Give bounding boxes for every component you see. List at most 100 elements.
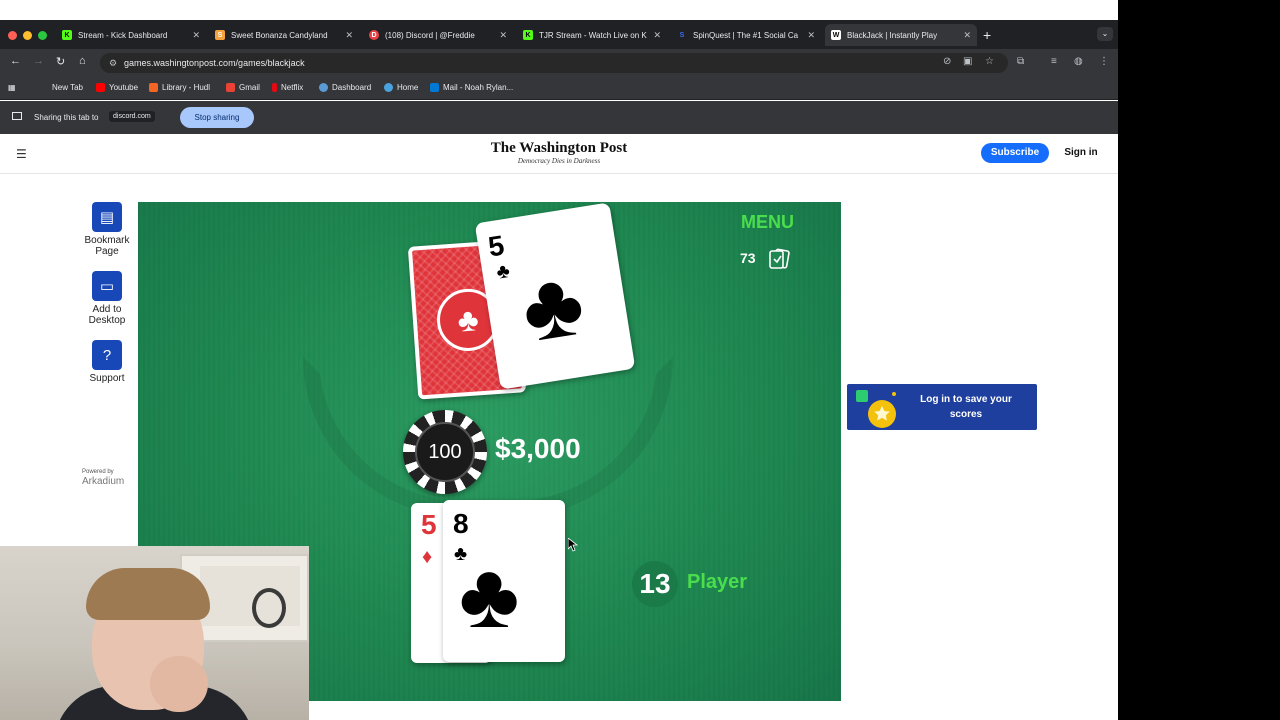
card-suit: ♦ xyxy=(422,546,433,568)
star-icon[interactable]: ☆ xyxy=(985,56,994,67)
tab-label: TJR Stream - Watch Live on K xyxy=(539,30,647,40)
close-tab-icon[interactable]: ✕ xyxy=(807,30,815,41)
bookmark-home[interactable]: Home xyxy=(384,83,418,92)
card-suit: ♣ xyxy=(494,259,512,284)
home-icon[interactable]: ⌂ xyxy=(79,55,86,67)
profile-icon[interactable]: ◍ xyxy=(1074,56,1083,67)
bookmark-dashboard[interactable]: Dashboard xyxy=(319,83,371,92)
mouse-cursor-icon xyxy=(568,538,578,552)
tab-label: Sweet Bonanza Candyland xyxy=(231,30,328,40)
tab-label: Stream - Kick Dashboard xyxy=(78,30,168,40)
close-tab-icon[interactable]: ✕ xyxy=(653,30,661,41)
bet-chip[interactable]: 100 xyxy=(403,410,487,494)
bookmark-label: Mail - Noah Rylan... xyxy=(443,83,514,92)
tab-blackjack[interactable]: W BlackJack | Instantly Play ✕ xyxy=(825,24,977,46)
dealer-card: 5 ♣ ♣ xyxy=(474,202,636,390)
game-menu-button[interactable]: MENU xyxy=(741,212,794,233)
bookmark-label: Home xyxy=(397,83,419,92)
deck-count: 73 xyxy=(740,250,756,266)
close-tab-icon[interactable]: ✕ xyxy=(192,30,200,41)
bookmark-youtube[interactable]: Youtube xyxy=(96,83,138,92)
stop-sharing-button[interactable]: Stop sharing xyxy=(180,107,254,128)
share-domain: discord.com xyxy=(109,111,155,122)
deck-icon xyxy=(769,248,790,269)
tab-label: BlackJack | Instantly Play xyxy=(847,30,938,40)
bookmark-mail[interactable]: Mail - Noah Rylan... xyxy=(430,83,513,92)
bookmark-label: Dashboard xyxy=(332,83,372,92)
eye-off-icon[interactable]: ⊘ xyxy=(943,56,951,67)
outlook-icon xyxy=(430,83,439,92)
tab-discord[interactable]: D (108) Discord | @Freddie ✕ xyxy=(363,24,513,46)
menu-icon[interactable]: ☰ xyxy=(16,147,27,161)
help-icon: ? xyxy=(92,340,122,370)
powered-by-text: Powered by xyxy=(82,469,114,475)
washingtonpost-icon: W xyxy=(831,30,841,40)
site-logo[interactable]: The Washington Post xyxy=(476,140,642,157)
reload-icon[interactable]: ↻ xyxy=(56,55,65,68)
tab-label: (108) Discord | @Freddie xyxy=(385,30,475,40)
powered-by[interactable]: Powered by Arkadium xyxy=(82,468,124,488)
minimize-window-button[interactable] xyxy=(23,31,32,40)
gmail-icon xyxy=(226,83,235,92)
bookmark-label: Gmail xyxy=(239,83,260,92)
card-suit-large: ♣ xyxy=(459,545,520,647)
bet-amount: $3,000 xyxy=(495,433,581,464)
back-icon[interactable]: ← xyxy=(10,55,21,67)
tab-spinquest[interactable]: S SpinQuest | The #1 Social Ca ✕ xyxy=(671,24,821,46)
bookmark-netflix[interactable]: Netflix xyxy=(272,83,303,92)
reading-list-icon[interactable]: ≡ xyxy=(1051,56,1057,67)
arkadium-logo: Arkadium xyxy=(82,476,125,487)
screen: K Stream - Kick Dashboard ✕ S Sweet Bona… xyxy=(0,0,1280,720)
share-status-text: Sharing this tab to xyxy=(34,113,99,122)
login-banner-text: Log in to save your scores xyxy=(920,394,1012,420)
streamer-hair xyxy=(86,568,210,620)
tab-sharing-bar xyxy=(0,101,1118,134)
desktop-icon: ▭ xyxy=(92,271,122,301)
add-to-desktop-label: Add to Desktop xyxy=(88,304,126,326)
bookmark-hudl[interactable]: Library - Hudl xyxy=(149,83,210,92)
apps-icon[interactable]: ▦ xyxy=(8,83,16,92)
bookmark-label: New Tab xyxy=(52,83,83,92)
home-bookmark-icon xyxy=(384,83,393,92)
bookmark-gmail[interactable]: Gmail xyxy=(226,83,260,92)
support-label: Support xyxy=(89,373,125,384)
maximize-window-button[interactable] xyxy=(38,31,47,40)
cast-icon[interactable]: ▣ xyxy=(963,56,972,67)
bookmark-label: Library - Hudl xyxy=(162,83,211,92)
streamer-hand xyxy=(150,656,208,712)
add-to-desktop-button[interactable]: ▭ Add to Desktop xyxy=(78,271,136,326)
tab-sweet-bonanza[interactable]: S Sweet Bonanza Candyland ✕ xyxy=(209,24,359,46)
discord-icon: D xyxy=(369,30,379,40)
hudl-icon xyxy=(149,83,158,92)
new-tab-button[interactable]: + xyxy=(983,27,991,43)
tab-tjr-stream[interactable]: K TJR Stream - Watch Live on K ✕ xyxy=(517,24,667,46)
tab-search-button[interactable]: ⌄ xyxy=(1097,27,1113,41)
close-window-button[interactable] xyxy=(8,31,17,40)
bookmark-page-label: Bookmark Page xyxy=(84,235,130,257)
tab-kick-dashboard[interactable]: K Stream - Kick Dashboard ✕ xyxy=(56,24,206,46)
close-tab-icon[interactable]: ✕ xyxy=(963,30,971,41)
forward-icon[interactable]: → xyxy=(33,55,44,67)
netflix-icon xyxy=(272,83,277,92)
more-menu-icon[interactable]: ⋮ xyxy=(1099,56,1109,67)
background-shelf-inner xyxy=(200,566,300,626)
dashboard-icon xyxy=(319,83,328,92)
bookmark-label: Netflix xyxy=(281,83,304,92)
bookmark-new-tab[interactable]: New Tab xyxy=(52,83,83,92)
close-tab-icon[interactable]: ✕ xyxy=(345,30,353,41)
bookmark-page-button[interactable]: ▤ Bookmark Page xyxy=(78,202,136,257)
player-score: 13 xyxy=(632,561,678,607)
sign-in-button[interactable]: Sign in xyxy=(1058,143,1104,163)
extensions-icon[interactable]: ⧉ xyxy=(1017,56,1024,67)
player-card: 8 ♣ ♣ xyxy=(443,500,565,662)
kick-icon: K xyxy=(62,30,72,40)
player-label: Player xyxy=(687,571,748,593)
site-info-icon[interactable]: ⚙ xyxy=(109,53,117,73)
trophy-icon xyxy=(856,390,896,428)
card-suit-large: ♣ xyxy=(515,251,591,362)
support-button[interactable]: ? Support xyxy=(78,340,136,384)
close-tab-icon[interactable]: ✕ xyxy=(499,30,507,41)
subscribe-button[interactable]: Subscribe xyxy=(981,143,1049,163)
address-bar[interactable]: ⚙ games.washingtonpost.com/games/blackja… xyxy=(100,53,1008,73)
screen-share-icon xyxy=(12,112,22,120)
